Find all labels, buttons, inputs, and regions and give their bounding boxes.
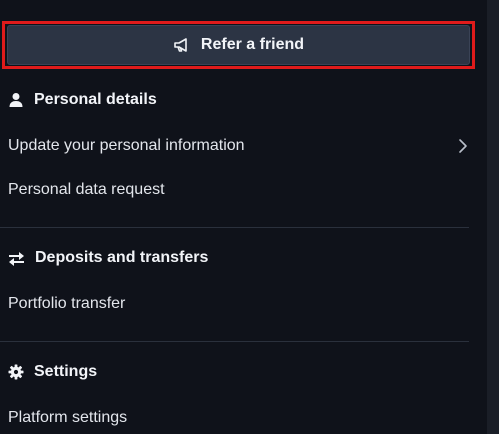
menu-item-label: Personal data request xyxy=(8,181,165,198)
megaphone-icon xyxy=(173,37,191,53)
person-icon xyxy=(8,92,24,108)
refer-a-friend-label: Refer a friend xyxy=(200,36,305,53)
divider xyxy=(0,227,469,228)
menu-item-portfolio-transfer[interactable]: Portfolio transfer xyxy=(8,295,468,313)
section-title-settings: Settings xyxy=(34,363,98,380)
menu-item-platform-settings[interactable]: Platform settings xyxy=(8,409,468,427)
section-deposits-and-transfers: Deposits and transfers xyxy=(8,249,208,267)
transfer-arrows-icon xyxy=(8,250,25,266)
section-settings: Settings xyxy=(8,363,97,381)
section-personal-details: Personal details xyxy=(8,91,157,109)
scrollbar-track[interactable] xyxy=(487,0,499,434)
section-title-deposits-and-transfers: Deposits and transfers xyxy=(35,249,209,266)
section-title-personal-details: Personal details xyxy=(34,91,157,108)
menu-item-personal-data-request[interactable]: Personal data request xyxy=(8,181,468,199)
divider xyxy=(0,341,469,342)
menu-item-update-personal-information[interactable]: Update your personal information xyxy=(8,137,468,155)
menu-item-label: Update your personal information xyxy=(8,137,245,154)
chevron-right-icon xyxy=(458,138,468,154)
menu-item-label: Portfolio transfer xyxy=(8,295,126,312)
menu-item-label: Platform settings xyxy=(8,409,128,426)
refer-a-friend-button[interactable]: Refer a friend xyxy=(7,25,470,65)
gear-icon xyxy=(8,364,24,380)
